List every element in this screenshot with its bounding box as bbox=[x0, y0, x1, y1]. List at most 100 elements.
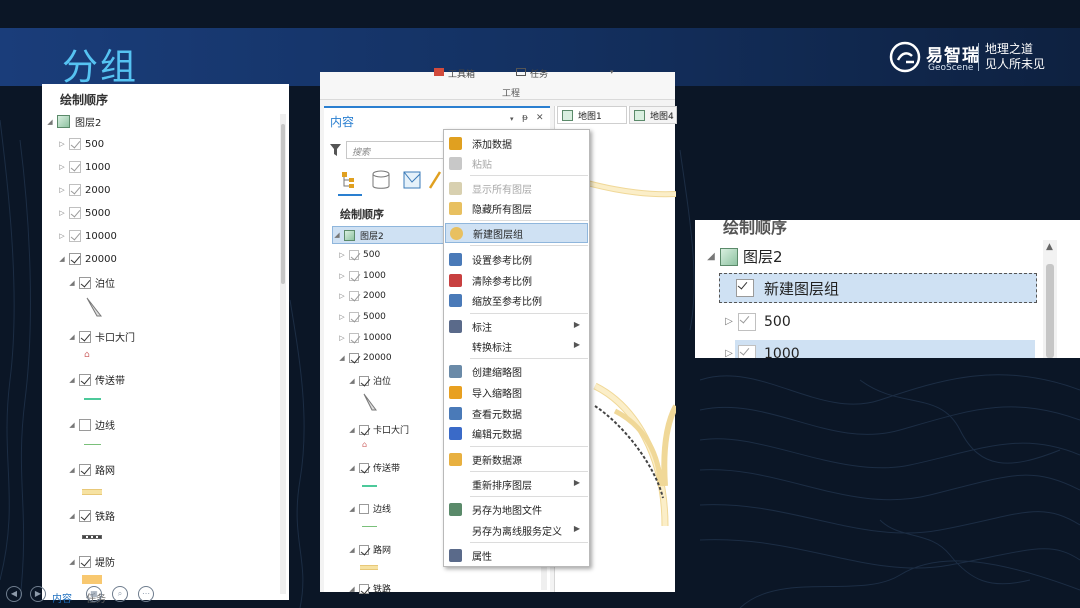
scroll-up-icon[interactable]: ▲ bbox=[1046, 242, 1053, 252]
layer-checkbox[interactable] bbox=[359, 503, 369, 514]
collapse-icon[interactable]: ◢ bbox=[68, 421, 76, 429]
menu-item-labeling[interactable]: 标注 ▶ bbox=[445, 316, 588, 336]
tree-root-layer[interactable]: ◢ 图层2 bbox=[705, 246, 783, 267]
list-by-drawing-order-icon[interactable] bbox=[340, 170, 360, 190]
tree-child-item[interactable]: ◢ 泊位 bbox=[68, 275, 115, 290]
tree-scale-item[interactable]: ▷ 500 bbox=[338, 250, 380, 260]
collapse-icon[interactable]: ◢ bbox=[705, 251, 717, 261]
menu-item-add-data[interactable]: 添加数据 bbox=[445, 133, 588, 153]
tasks-label[interactable]: 任务 bbox=[530, 67, 548, 80]
collapse-icon[interactable]: ◢ bbox=[348, 426, 356, 434]
toolbox-icon[interactable] bbox=[434, 68, 444, 76]
expand-icon[interactable]: ▷ bbox=[58, 209, 66, 217]
collapse-icon[interactable]: ◢ bbox=[68, 466, 76, 474]
tree-child-item[interactable]: ◢ 卡口大门 bbox=[68, 329, 135, 344]
menu-item-zoom-to-reference-scale[interactable]: 缩放至参考比例 bbox=[445, 290, 588, 310]
menu-item-clear-reference-scale[interactable]: 清除参考比例 bbox=[445, 270, 588, 290]
tree-scale-item[interactable]: ▷ 1000 bbox=[338, 271, 386, 281]
left-scrollbar-thumb[interactable] bbox=[281, 124, 285, 284]
layer-checkbox[interactable] bbox=[79, 330, 91, 343]
collapse-icon[interactable]: ◢ bbox=[348, 377, 356, 385]
slide-zoom-icon[interactable]: ⌕ bbox=[112, 586, 128, 602]
menu-item-reorder-layers[interactable]: 重新排序图层 ▶ bbox=[445, 474, 588, 494]
menu-item-create-thumbnail[interactable]: 创建缩略图 bbox=[445, 361, 588, 381]
menu-item-import-thumbnail[interactable]: 导入缩略图 bbox=[445, 382, 588, 402]
layer-checkbox[interactable] bbox=[69, 253, 81, 265]
list-by-source-icon[interactable] bbox=[372, 170, 390, 190]
layer-checkbox[interactable] bbox=[359, 424, 369, 435]
collapse-icon[interactable]: ◢ bbox=[338, 354, 346, 362]
menu-item-paste[interactable]: 粘贴 bbox=[445, 153, 588, 173]
tree-scale-item[interactable]: ▷ 1000 bbox=[723, 345, 800, 358]
collapse-icon[interactable]: ◢ bbox=[68, 512, 76, 520]
tree-scale-item[interactable]: ▷ 1000 bbox=[58, 161, 110, 173]
expand-icon[interactable]: ▷ bbox=[58, 163, 66, 171]
collapse-icon[interactable]: ◢ bbox=[68, 279, 76, 287]
tree-child-item[interactable]: ◢ 路网 bbox=[348, 543, 391, 556]
collapse-icon[interactable]: ◢ bbox=[348, 464, 356, 472]
expand-icon[interactable]: ▷ bbox=[338, 292, 346, 300]
layer-checkbox[interactable] bbox=[69, 207, 81, 219]
toolbox-label[interactable]: 工具箱 bbox=[448, 67, 475, 80]
expand-icon[interactable]: ▷ bbox=[338, 313, 346, 321]
layer-checkbox[interactable] bbox=[79, 509, 91, 522]
tree-scale-item[interactable]: ◢ 20000 bbox=[58, 253, 117, 265]
tree-child-item[interactable]: ◢ 边线 bbox=[348, 502, 391, 515]
collapse-icon[interactable]: ◢ bbox=[348, 585, 356, 593]
menu-item-convert-labels[interactable]: 转换标注 ▶ bbox=[445, 336, 588, 356]
tree-child-item[interactable]: ◢ 路网 bbox=[68, 462, 115, 477]
menu-item-hide-all-layers[interactable]: 隐藏所有图层 bbox=[445, 198, 588, 218]
next-slide-icon[interactable]: ▶ bbox=[30, 586, 46, 602]
tree-child-item[interactable]: ◢ 边线 bbox=[68, 417, 115, 432]
zoom-scrollbar[interactable]: ▲ bbox=[1043, 240, 1057, 358]
expand-icon[interactable]: ▷ bbox=[723, 317, 735, 327]
tree-scale-item[interactable]: ▷ 500 bbox=[723, 313, 791, 331]
pin-icon[interactable]: ᵽ bbox=[522, 113, 528, 123]
layer-checkbox[interactable] bbox=[359, 462, 369, 473]
tree-scale-item[interactable]: ▷ 5000 bbox=[338, 312, 386, 322]
layer-checkbox[interactable] bbox=[349, 271, 359, 281]
layer-checkbox[interactable] bbox=[79, 276, 91, 289]
layer-checkbox[interactable] bbox=[359, 583, 369, 594]
tree-root-layer[interactable]: ◢ 图层2 bbox=[46, 114, 101, 129]
filter-icon[interactable] bbox=[330, 144, 341, 156]
layer-checkbox[interactable] bbox=[69, 230, 81, 242]
tasks-icon[interactable] bbox=[516, 68, 526, 76]
layer-checkbox[interactable] bbox=[69, 138, 81, 150]
list-by-editing-icon[interactable] bbox=[428, 170, 442, 190]
expand-icon[interactable]: ▷ bbox=[58, 186, 66, 194]
tree-child-item[interactable]: ◢ 泊位 bbox=[348, 374, 391, 387]
pane-dropdown-icon[interactable]: ▾ bbox=[510, 115, 514, 123]
tree-scale-item[interactable]: ◢ 20000 bbox=[338, 353, 392, 363]
menu-item-properties[interactable]: 属性 bbox=[445, 545, 588, 565]
collapse-icon[interactable]: ◢ bbox=[68, 333, 76, 341]
layer-checkbox[interactable] bbox=[79, 555, 91, 568]
map-tab-1[interactable]: 地图1 bbox=[557, 106, 627, 124]
close-icon[interactable]: ✕ bbox=[536, 113, 544, 123]
collapse-icon[interactable]: ◢ bbox=[58, 255, 66, 263]
menu-item-set-reference-scale[interactable]: 设置参考比例 bbox=[445, 249, 588, 269]
menu-item-new-group-layer[interactable]: 新建图层组 bbox=[445, 223, 588, 243]
collapse-icon[interactable]: ◢ bbox=[68, 376, 76, 384]
layer-checkbox[interactable] bbox=[69, 161, 81, 173]
layer-checkbox[interactable] bbox=[69, 184, 81, 196]
menu-item-edit-metadata[interactable]: 编辑元数据 bbox=[445, 423, 588, 443]
prev-slide-icon[interactable]: ◀ bbox=[6, 586, 22, 602]
tree-scale-item[interactable]: ▷ 10000 bbox=[58, 230, 117, 242]
tree-scale-item[interactable]: ▷ 2000 bbox=[338, 291, 386, 301]
menu-item-save-as-offline-service[interactable]: 另存为离线服务定义 ▶ bbox=[445, 520, 588, 540]
layer-checkbox[interactable] bbox=[79, 463, 91, 476]
list-by-selection-icon[interactable] bbox=[402, 170, 422, 190]
layer-checkbox[interactable] bbox=[349, 250, 359, 260]
layer-checkbox[interactable] bbox=[79, 418, 91, 431]
tree-child-item[interactable]: ◢ 铁路 bbox=[348, 582, 391, 595]
footer-tab-contents[interactable]: 内容 bbox=[52, 590, 72, 605]
tree-child-item[interactable]: ◢ 传送带 bbox=[68, 372, 125, 387]
layer-checkbox[interactable] bbox=[738, 313, 756, 331]
layer-checkbox[interactable] bbox=[349, 353, 359, 363]
tree-child-item[interactable]: ◢ 传送带 bbox=[348, 461, 400, 474]
tree-scale-item[interactable]: ▷ 10000 bbox=[338, 333, 392, 343]
search-input[interactable]: 搜索 bbox=[346, 141, 446, 159]
layer-checkbox[interactable] bbox=[359, 544, 369, 555]
menu-item-update-data-source[interactable]: 更新数据源 bbox=[445, 449, 588, 469]
